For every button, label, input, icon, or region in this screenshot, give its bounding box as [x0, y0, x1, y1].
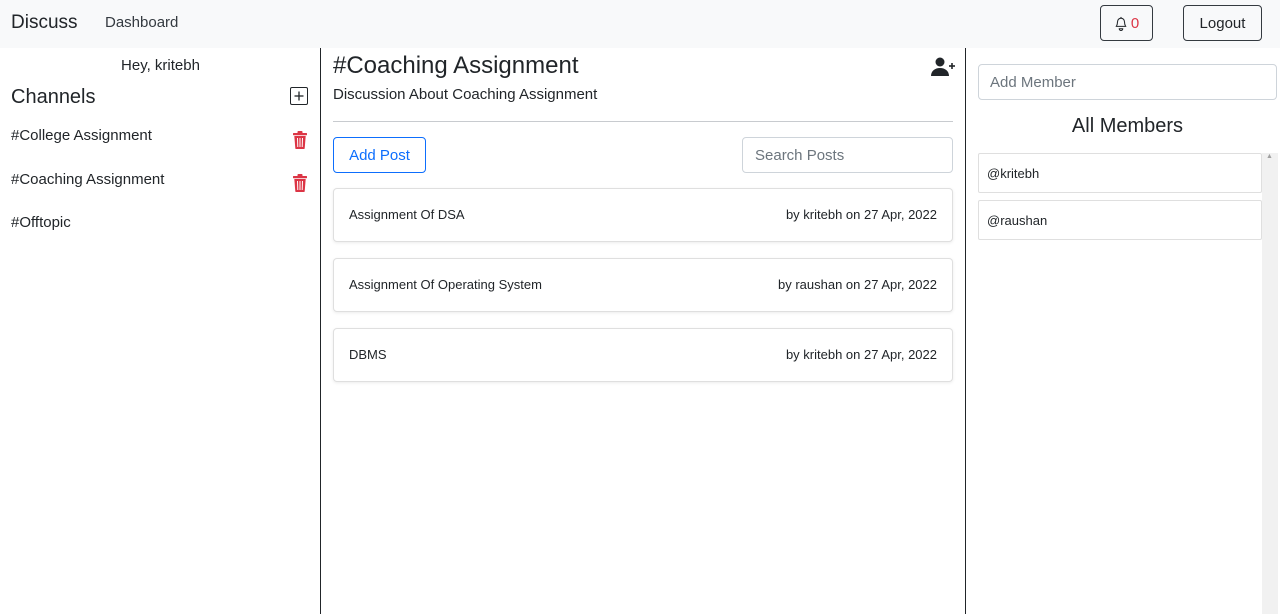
post-meta: by kritebh on 27 Apr, 2022	[785, 207, 937, 222]
plus-icon	[294, 91, 304, 101]
list-item[interactable]: @raushan	[978, 200, 1262, 240]
divider	[333, 121, 953, 122]
scroll-up-arrow-icon[interactable]: ▲	[1266, 153, 1273, 160]
post-title: Assignment Of DSA	[349, 207, 465, 222]
list-item[interactable]: @kritebh	[978, 153, 1262, 193]
add-post-button[interactable]: Add Post	[333, 137, 426, 173]
sidebar-item-offtopic[interactable]: #Offtopic	[11, 214, 71, 231]
user-greeting: Hey, kritebh	[121, 57, 200, 74]
post-title: DBMS	[349, 347, 387, 362]
member-name: @raushan	[987, 213, 1048, 228]
member-name: @kritebh	[987, 166, 1040, 181]
channel-description: Discussion About Coaching Assignment	[333, 86, 598, 103]
bell-icon	[1115, 16, 1127, 31]
post-card[interactable]: Assignment Of DSA by kritebh on 27 Apr, …	[333, 188, 953, 242]
trash-icon[interactable]	[292, 131, 308, 149]
post-card[interactable]: Assignment Of Operating System by rausha…	[333, 258, 953, 312]
members-heading: All Members	[1071, 115, 1184, 137]
sidebar-item-coaching-assignment[interactable]: #Coaching Assignment	[11, 171, 164, 188]
post-meta: by kritebh on 27 Apr, 2022	[785, 347, 937, 362]
notification-button[interactable]: 0	[1100, 5, 1153, 41]
channels-heading: Channels	[11, 86, 96, 108]
sidebar-item-college-assignment[interactable]: #College Assignment	[11, 127, 152, 144]
page-title: #Coaching Assignment	[333, 52, 579, 79]
add-channel-button[interactable]	[290, 87, 308, 105]
trash-icon[interactable]	[292, 174, 308, 192]
notification-count: 0	[1130, 14, 1140, 32]
post-title: Assignment Of Operating System	[349, 277, 542, 292]
add-member-input[interactable]	[978, 64, 1277, 100]
members-panel: All Members @kritebh @raushan ▲	[967, 48, 1280, 614]
post-card[interactable]: DBMS by kritebh on 27 Apr, 2022	[333, 328, 953, 382]
person-plus-icon[interactable]	[930, 57, 956, 77]
logout-button[interactable]: Logout	[1183, 5, 1262, 41]
channel-main: #Coaching Assignment Discussion About Co…	[322, 48, 966, 614]
navbar: Discuss Dashboard 0 Logout	[0, 0, 1280, 48]
sidebar: Hey, kritebh Channels #College Assignmen…	[0, 48, 321, 614]
dashboard-link[interactable]: Dashboard	[105, 14, 178, 31]
brand-logo[interactable]: Discuss	[11, 12, 78, 34]
members-scrollbar[interactable]: ▲	[1262, 153, 1278, 614]
post-meta: by raushan on 27 Apr, 2022	[777, 277, 937, 292]
search-posts-input[interactable]	[742, 137, 953, 173]
